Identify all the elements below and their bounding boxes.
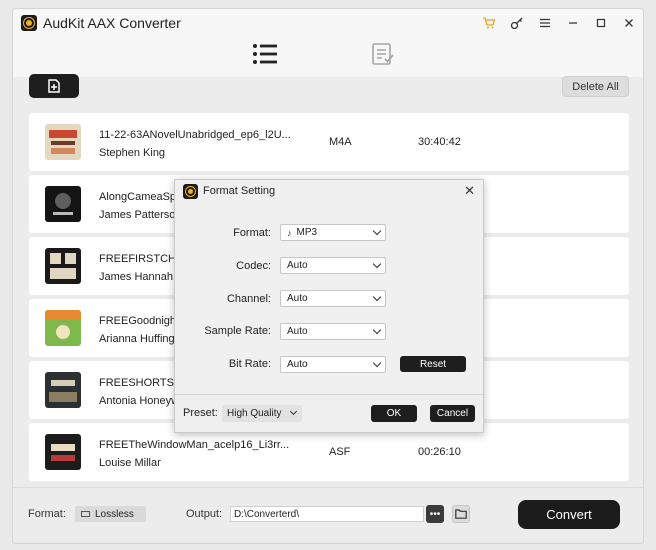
file-duration: 30:40:42 [418,136,461,148]
preset-select-value: High Quality [227,408,282,419]
file-name: 11-22-63ANovelUnabridged_ep6_l2U... [99,129,291,141]
tab-converting-list[interactable] [250,39,280,69]
delete-all-button[interactable]: Delete All [562,76,629,97]
ok-button[interactable]: OK [371,405,417,422]
file-author: Stephen King [99,147,166,159]
preset-select[interactable]: High Quality [222,405,302,422]
file-author: Louise Millar [99,457,161,469]
dialog-footer: Preset: High Quality OK Cancel [175,394,483,432]
sample-rate-select[interactable]: Auto [280,323,386,340]
dialog-close-icon[interactable]: ✕ [464,184,475,198]
title-bar: AudKit AAX Converter [13,9,643,37]
book-cover-image [45,372,81,408]
close-icon[interactable] [621,15,637,31]
file-format: M4A [329,136,352,148]
format-label: Format: [28,508,66,520]
tab-bar [13,37,643,77]
dialog-title: Format Setting [203,185,276,197]
dialog-title-bar: Format Setting ✕ [175,180,483,202]
list-icon [253,44,277,64]
format-setting-dialog: Format Setting ✕ Format: ♪ MP3 Codec: Au… [174,179,484,433]
file-duration: 00:26:10 [418,446,461,458]
output-format-select[interactable]: Lossless [75,506,146,522]
codec-select[interactable]: Auto [280,257,386,274]
chevron-down-icon [372,358,382,368]
file-name: AlongCameaSpi [99,191,179,203]
menu-icon[interactable] [537,15,553,31]
book-cover-image [45,310,81,346]
maximize-icon[interactable] [593,15,609,31]
channel-select-value: Auto [287,293,308,304]
minimize-icon[interactable] [565,15,581,31]
bit-rate-field-label: Bit Rate: [228,358,271,370]
chevron-down-icon [372,292,382,302]
open-folder-button[interactable] [452,505,470,523]
sample-rate-select-value: Auto [287,326,308,337]
codec-select-value: Auto [287,260,308,271]
channel-field-label: Channel: [226,293,271,305]
cancel-button[interactable]: Cancel [430,405,475,422]
bit-rate-select[interactable]: Auto [280,356,386,373]
chevron-down-icon [289,407,298,416]
bottom-bar: Format: Lossless Output: D:\Converterd\ … [13,487,643,543]
key-icon[interactable] [509,15,525,31]
music-note-icon: ♪ [287,227,292,238]
converted-list-icon [372,43,394,65]
folder-icon [455,509,467,519]
cart-icon[interactable] [481,15,497,31]
channel-select[interactable]: Auto [280,290,386,307]
preset-label: Preset: [183,407,218,419]
chevron-down-icon [372,259,382,269]
file-name: FREETheWindowMan_acelp16_Li3rr... [99,439,290,451]
app-logo-icon [21,15,37,31]
bit-rate-select-value: Auto [287,359,308,370]
format-select[interactable]: ♪ MP3 [280,224,386,241]
app-logo-icon [183,183,198,199]
output-path-field[interactable]: D:\Converterd\ [230,506,424,522]
file-row[interactable]: 11-22-63ANovelUnabridged_ep6_l2U... Step… [29,113,629,171]
format-select-value: MP3 [296,227,318,238]
book-cover-image [45,434,81,470]
file-format: ASF [329,446,351,458]
chevron-down-icon [372,325,382,335]
add-files-button[interactable] [29,74,79,98]
format-icon [81,511,90,517]
window-controls [481,9,637,37]
output-label: Output: [186,508,223,520]
tab-converted[interactable] [368,39,398,69]
add-file-icon [48,79,60,93]
book-cover-image [45,124,81,160]
codec-field-label: Codec: [236,260,271,272]
format-field-label: Format: [233,227,271,239]
convert-button[interactable]: Convert [518,500,620,529]
chevron-down-icon [372,226,382,236]
file-author: James Patterson [99,209,182,221]
app-title: AudKit AAX Converter [43,15,181,31]
sample-rate-field-label: Sample Rate: [204,325,271,337]
book-cover-image [45,248,81,284]
book-cover-image [45,186,81,222]
output-format-value: Lossless [95,508,134,520]
browse-button[interactable]: ••• [426,505,444,523]
file-author: James Hannah [99,271,173,283]
reset-button[interactable]: Reset [400,356,466,372]
